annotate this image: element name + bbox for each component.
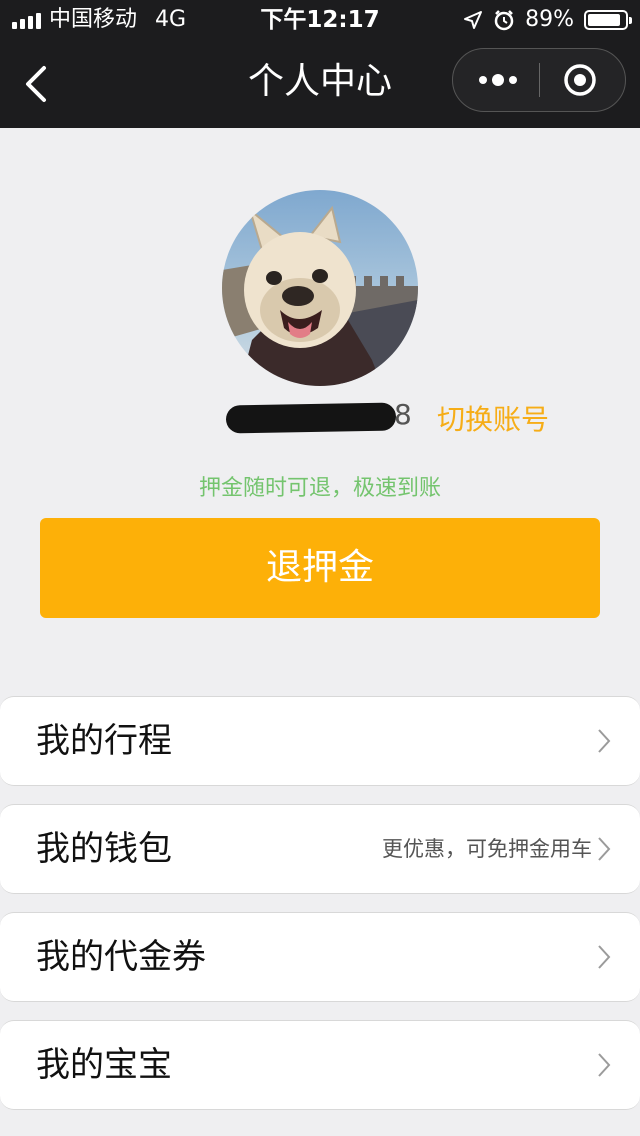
switch-account-link[interactable]: 切换账号 xyxy=(437,398,549,438)
status-bar: 中国移动 4G 下午12:17 89% xyxy=(0,0,640,40)
battery-icon xyxy=(584,10,632,30)
chevron-right-icon xyxy=(598,837,611,861)
more-dots-icon[interactable] xyxy=(475,49,521,111)
battery-fill xyxy=(588,14,620,26)
menu-item-trips[interactable]: 我的行程 xyxy=(0,696,640,786)
avatar-image xyxy=(222,190,418,386)
menu-item-label: 我的行程 xyxy=(36,721,172,761)
battery-percent: 89% xyxy=(525,7,574,32)
menu-item-label: 我的宝宝 xyxy=(36,1045,172,1085)
capsule-divider xyxy=(539,63,540,97)
deposit-note: 押金随时可退，极速到账 xyxy=(198,476,441,501)
mini-program-capsule xyxy=(452,48,626,112)
menu-item-label: 我的钱包 xyxy=(36,829,172,869)
menu-item-wallet[interactable]: 我的钱包 更优惠，可免押金用车 xyxy=(0,804,640,894)
refund-deposit-button[interactable]: 退押金 xyxy=(40,518,600,618)
location-arrow-icon xyxy=(464,11,483,29)
username-visible-tail: 8 xyxy=(394,398,412,431)
status-right: 89% xyxy=(463,0,632,40)
username: 8 xyxy=(225,396,416,442)
target-circle-icon[interactable] xyxy=(563,63,597,97)
chevron-right-icon xyxy=(598,729,611,753)
top-bar: 中国移动 4G 下午12:17 89% 个人中心 xyxy=(0,0,640,128)
menu-item-baby[interactable]: 我的宝宝 xyxy=(0,1020,640,1110)
avatar[interactable] xyxy=(222,190,418,386)
chevron-right-icon xyxy=(598,945,611,969)
chevron-right-icon xyxy=(598,1053,611,1077)
username-redaction xyxy=(225,402,397,434)
alarm-clock-icon xyxy=(494,10,514,31)
menu-item-hint: 更优惠，可免押金用车 xyxy=(382,837,592,861)
menu-item-vouchers[interactable]: 我的代金券 xyxy=(0,912,640,1002)
nav-bar: 个人中心 xyxy=(0,40,640,128)
menu-item-label: 我的代金券 xyxy=(36,937,206,977)
